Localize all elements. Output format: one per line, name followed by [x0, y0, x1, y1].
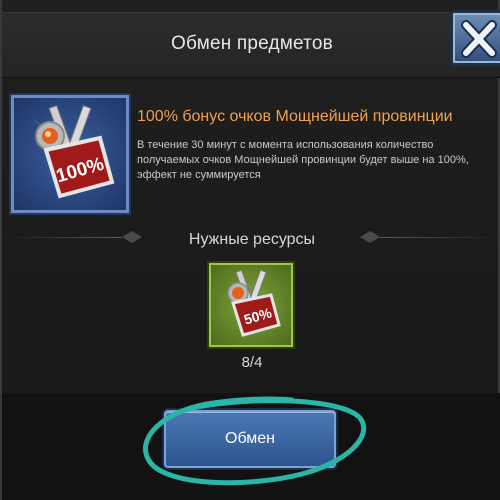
dialog-header: Обмен предметов — [2, 12, 500, 78]
item-title: 100% бонус очков Мощнейшей провинции — [137, 108, 453, 125]
dialog-title: Обмен предметов — [171, 33, 333, 54]
exchange-dialog: Обмен предметов 100% 100% бонус очков Мо… — [0, 0, 500, 500]
item-description: В течение 30 минут с момента использован… — [137, 139, 469, 181]
close-icon — [461, 20, 497, 58]
close-button[interactable] — [450, 10, 500, 66]
resource-count: 8/4 — [241, 354, 263, 371]
item-icon-frame: 100% — [11, 95, 129, 213]
crossed-swords-medal-icon: 100% — [32, 105, 115, 199]
divider-right — [380, 237, 500, 238]
exchange-button[interactable]: Обмен — [164, 410, 336, 468]
resource-item[interactable]: 50% — [209, 263, 293, 347]
resources-heading: Нужные ресурсы — [188, 231, 316, 248]
crossed-swords-medal-icon: 50% — [227, 269, 281, 337]
divider-ornament-right-icon — [360, 231, 380, 243]
